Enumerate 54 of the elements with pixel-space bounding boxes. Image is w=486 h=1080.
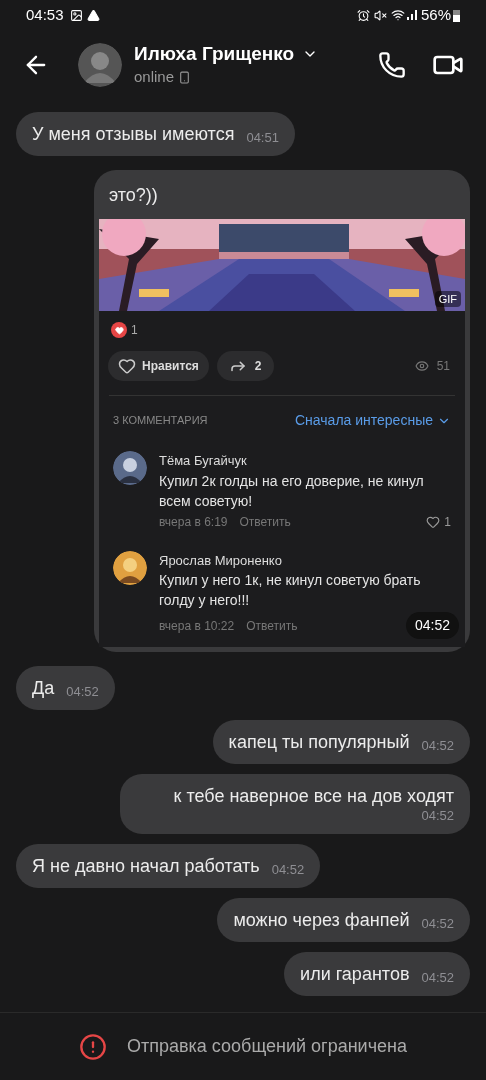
message-text: к тебе наверное все на дов ходят	[173, 785, 454, 808]
online-status: online	[134, 66, 175, 87]
message-text: это?))	[108, 184, 159, 207]
status-time: 04:53	[26, 4, 64, 25]
message-text: Да	[32, 677, 55, 700]
message-time: 04:51	[246, 130, 279, 146]
like-button[interactable]: Нравится	[108, 351, 209, 381]
battery-icon	[453, 8, 460, 22]
reaction-count: 1	[131, 322, 138, 339]
message-text: можно через фанпей	[233, 909, 410, 932]
signal-icon	[406, 10, 417, 20]
message-time: 04:52	[421, 970, 454, 986]
comment-author: Тёма Бугайчук	[159, 452, 248, 470]
heart-icon	[426, 514, 441, 529]
avatar	[78, 43, 122, 87]
comment-like-button[interactable]: 1	[426, 512, 451, 531]
restriction-notice: Отправка сообщений ограничена	[127, 1035, 407, 1058]
comment-text: Купил 2к голды на его доверие, не кинул всем советую!	[159, 471, 425, 511]
comment-author: Ярослав Мироненко	[159, 551, 283, 570]
message-time: 04:52	[421, 916, 454, 932]
battery-percent: 56%	[420, 4, 451, 25]
sort-dropdown[interactable]: Сначала интересные	[295, 410, 451, 431]
comment-date: вчера в 6:19	[159, 513, 228, 531]
message-time: 04:52	[421, 738, 454, 754]
image-icon	[69, 8, 83, 22]
warning-icon	[79, 1032, 107, 1061]
message-time: 04:52	[420, 808, 454, 824]
comment-text: Купил у него 1к, не кинул советую брать голду у него!!!	[159, 571, 422, 610]
message-text: или гарантов	[300, 963, 410, 986]
message-text: У меня отзывы имеются	[32, 123, 235, 146]
comment-date: вчера в 10:22	[159, 617, 235, 635]
message-time: 04:52	[66, 684, 99, 700]
heart-reaction-icon	[111, 322, 127, 338]
gif-badge: GIF	[434, 290, 461, 307]
message-time: 04:52	[405, 612, 459, 639]
warning-icon	[86, 8, 100, 22]
mute-icon	[373, 8, 387, 22]
views-count: 51	[436, 358, 450, 375]
reply-link[interactable]: Ответить	[239, 512, 291, 531]
message-time: 04:52	[271, 862, 305, 878]
avatar	[113, 550, 147, 585]
avatar	[113, 451, 147, 485]
views-icon	[414, 359, 429, 373]
comments-count: 3 КОММЕНТАРИЯ	[113, 413, 208, 429]
message-text: Я не давно начал работать	[32, 855, 260, 878]
contact-name[interactable]: Илюха Грищенко	[134, 41, 319, 66]
message-text: капец ты популярный	[228, 731, 410, 754]
share-button[interactable]: 2	[216, 351, 274, 381]
heart-icon	[118, 357, 136, 375]
wifi-icon	[390, 8, 405, 22]
alarm-icon	[356, 8, 370, 22]
call-button[interactable]	[378, 51, 406, 79]
phone-device-icon	[178, 70, 192, 84]
reply-link[interactable]: Ответить	[246, 616, 298, 635]
